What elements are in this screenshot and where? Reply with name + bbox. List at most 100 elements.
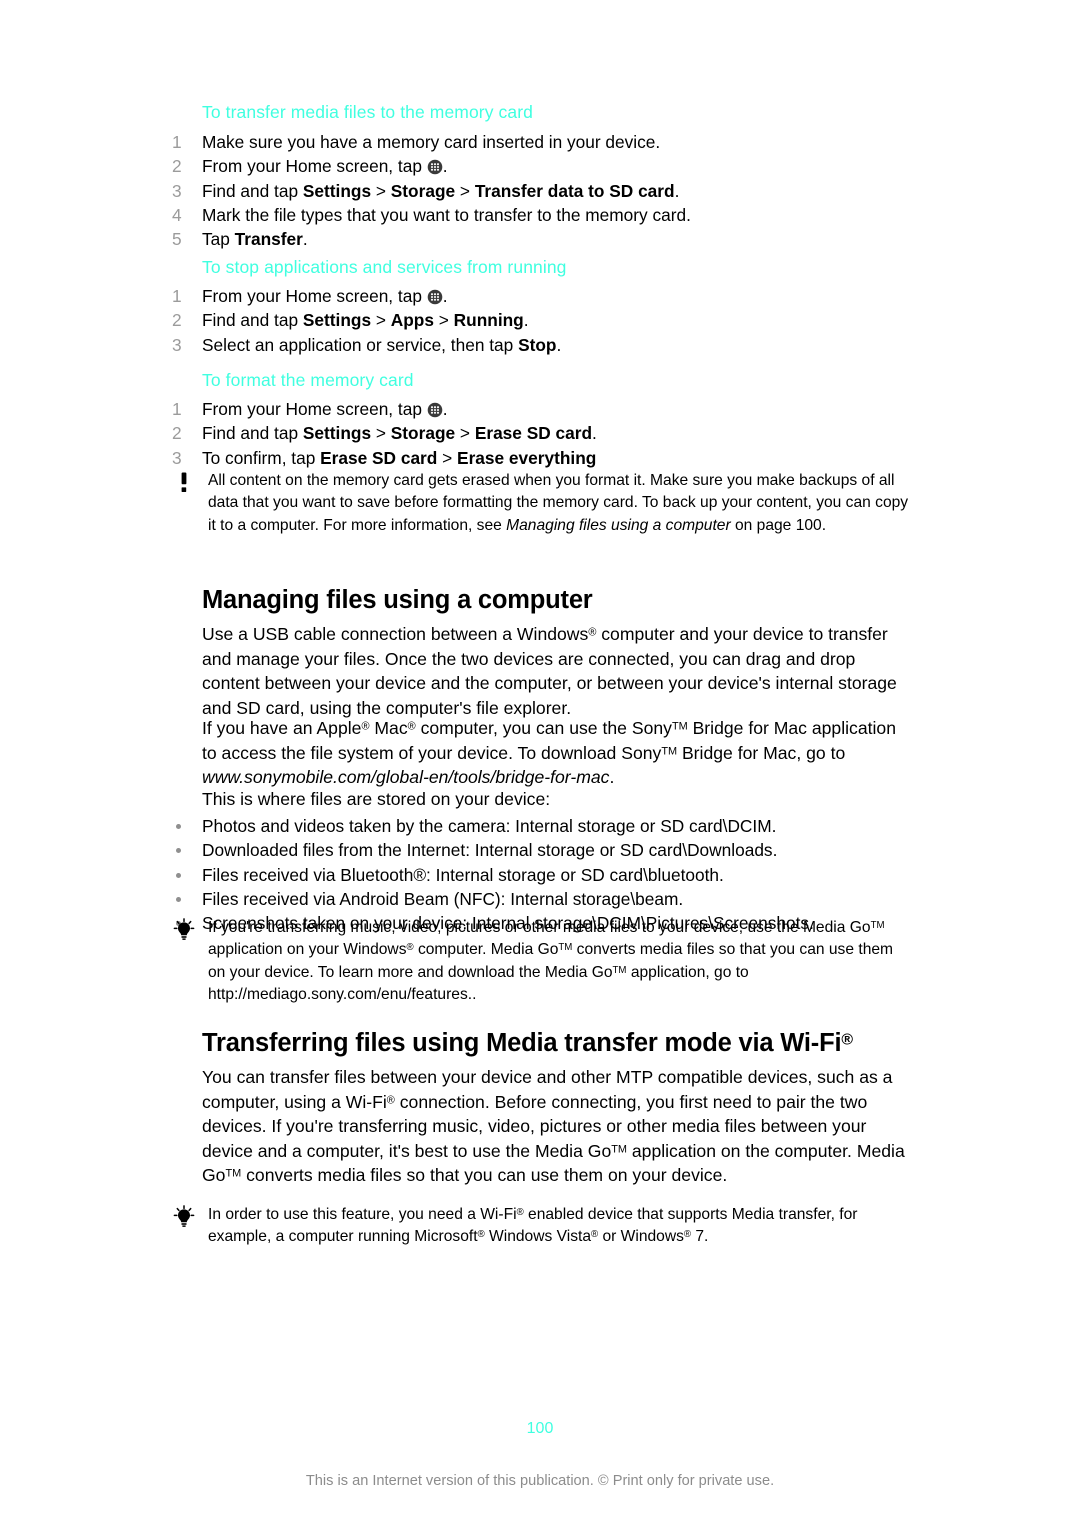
step-number: 1 xyxy=(172,132,182,152)
tip-text: Windows Vista xyxy=(484,1228,591,1246)
sub-heading-text: To transfer media files to the memory ca… xyxy=(202,102,533,122)
step-text: From your Home screen, tap xyxy=(202,399,427,419)
path-separator: > xyxy=(433,310,454,331)
registered-symbol: ® xyxy=(683,1229,692,1241)
step-number: 2 xyxy=(172,310,182,331)
bullet-text: Photos and videos taken by the camera: I… xyxy=(202,816,777,836)
step-text-prefix: Find and tap xyxy=(202,180,303,201)
list-item: 1 From your Home screen, tap . xyxy=(0,397,1080,421)
ui-path-settings: Settings xyxy=(302,310,372,331)
tip-text: or Windows xyxy=(598,1228,684,1246)
paragraph-usb-connection: Use a USB cable connection between a Win… xyxy=(0,622,1080,720)
step-period: . xyxy=(302,229,308,250)
section-title: Transferring files using Media transfer … xyxy=(202,1029,842,1057)
step-number: 3 xyxy=(172,334,182,355)
paragraph-text: Mac xyxy=(369,718,408,738)
step-number: 3 xyxy=(172,180,182,201)
tip-text: If you're transferring music, video, pic… xyxy=(208,919,871,936)
path-separator: > xyxy=(455,180,475,201)
ui-path-settings: Settings xyxy=(302,423,372,444)
tip-note-media-go: If you're transferring music, video, pic… xyxy=(0,917,1080,1007)
registered-symbol: ® xyxy=(361,720,370,733)
trademark-symbol: TM xyxy=(612,964,627,976)
registered-symbol: ® xyxy=(407,720,416,733)
step-period: . xyxy=(523,310,529,331)
list-item: Files received via Bluetooth®: Internal … xyxy=(0,863,1080,887)
tip-text: In order to use this feature, you need a… xyxy=(208,1206,517,1223)
registered-symbol: ® xyxy=(841,1031,853,1049)
lightbulb-icon xyxy=(172,918,196,942)
exclamation-icon xyxy=(172,471,196,495)
list-item: 2 Find and tap Settings > Storage > Eras… xyxy=(0,421,1080,445)
step-list-format-card: 1 From your Home screen, tap . 2 Find an… xyxy=(0,397,1080,470)
list-item: 2 From your Home screen, tap . xyxy=(0,154,1080,178)
step-text-prefix: Select an application or service, then t… xyxy=(202,334,519,355)
step-number: 5 xyxy=(172,229,182,250)
step-period: . xyxy=(556,334,562,355)
section-title-block: Transferring files using Media transfer … xyxy=(0,1028,1080,1058)
step-text: From your Home screen, tap xyxy=(202,156,427,177)
bullet-icon xyxy=(176,848,181,854)
step-number: 1 xyxy=(172,399,182,419)
section-heading-format-card: To format the memory card xyxy=(0,368,1080,392)
step-text: Mark the file types that you want to tra… xyxy=(202,204,691,225)
step-period: . xyxy=(442,156,448,177)
app-drawer-icon xyxy=(427,159,443,175)
path-separator: > xyxy=(371,423,391,444)
step-number: 2 xyxy=(172,423,182,444)
tip-text: application on your Windows xyxy=(208,941,407,959)
page-title: Managing files using a computer xyxy=(202,586,593,614)
paragraph-text: computer, you can use the Sony xyxy=(415,718,672,738)
ui-path-running: Running xyxy=(453,310,524,331)
trademark-symbol: TM xyxy=(225,1167,242,1180)
step-number: 3 xyxy=(172,447,182,468)
path-separator: > xyxy=(437,447,458,468)
section-heading-stop-apps: To stop applications and services from r… xyxy=(0,255,1080,279)
paragraph-mtp-transfer: You can transfer files between your devi… xyxy=(0,1065,1080,1188)
step-text-prefix: Find and tap xyxy=(202,310,303,331)
tip-text: computer. Media Go xyxy=(413,941,559,959)
list-item: 2 Find and tap Settings > Apps > Running… xyxy=(0,308,1080,332)
tip-text: 7. xyxy=(691,1228,709,1246)
list-item: 1 Make sure you have a memory card inser… xyxy=(0,130,1080,154)
paragraph-text: If you have an Apple xyxy=(202,718,362,738)
step-text-prefix: Find and tap xyxy=(202,423,303,444)
document-page: To transfer media files to the memory ca… xyxy=(0,0,1080,1527)
path-separator: > xyxy=(371,180,391,201)
tip-note-wifi-requirement: In order to use this feature, you need a… xyxy=(0,1204,1080,1249)
ui-path-apps: Apps xyxy=(390,310,434,331)
paragraph-file-locations-intro: This is where files are stored on your d… xyxy=(0,787,1080,812)
warning-text-part2: on page 100. xyxy=(730,516,827,534)
ui-path-erase-sd-card: Erase SD card xyxy=(320,447,438,468)
step-period: . xyxy=(442,399,448,419)
registered-symbol: ® xyxy=(477,1229,485,1241)
ui-path-transfer-data: Transfer data to SD card xyxy=(474,180,675,201)
ui-path-storage: Storage xyxy=(390,180,456,201)
bullet-icon xyxy=(176,872,181,878)
ui-path-settings: Settings xyxy=(302,180,372,201)
ui-path-storage: Storage xyxy=(390,423,456,444)
step-text-prefix: To confirm, tap xyxy=(202,447,321,468)
bullet-text: Files received via Bluetooth®: Internal … xyxy=(202,864,724,885)
ui-path-stop: Stop xyxy=(518,334,557,355)
list-item: Photos and videos taken by the camera: I… xyxy=(0,814,1080,838)
sub-heading-text: To format the memory card xyxy=(202,370,414,390)
bullet-text: Files received via Android Beam (NFC): I… xyxy=(202,888,684,909)
registered-symbol: ® xyxy=(386,1094,395,1107)
step-number: 4 xyxy=(172,204,182,225)
list-item: Downloaded files from the Internet: Inte… xyxy=(0,838,1080,862)
warning-reference-italic: Managing files using a computer xyxy=(506,516,731,534)
paragraph-mac-bridge: If you have an Apple® Mac® computer, you… xyxy=(0,716,1080,790)
ui-path-erase-sd-card: Erase SD card xyxy=(474,423,593,444)
paragraph-text: Bridge for Mac, go to xyxy=(677,742,846,763)
bullet-icon xyxy=(176,896,181,902)
app-drawer-icon xyxy=(427,289,443,305)
paragraph-text: converts media files so that you can use… xyxy=(241,1165,728,1186)
lightbulb-icon xyxy=(172,1205,196,1229)
app-drawer-icon xyxy=(427,402,443,418)
paragraph-text: This is where files are stored on your d… xyxy=(202,789,551,809)
footer-copyright-note: This is an Internet version of this publ… xyxy=(305,1473,775,1489)
step-period: . xyxy=(592,423,597,444)
path-separator: > xyxy=(371,310,391,331)
path-separator: > xyxy=(455,423,475,444)
